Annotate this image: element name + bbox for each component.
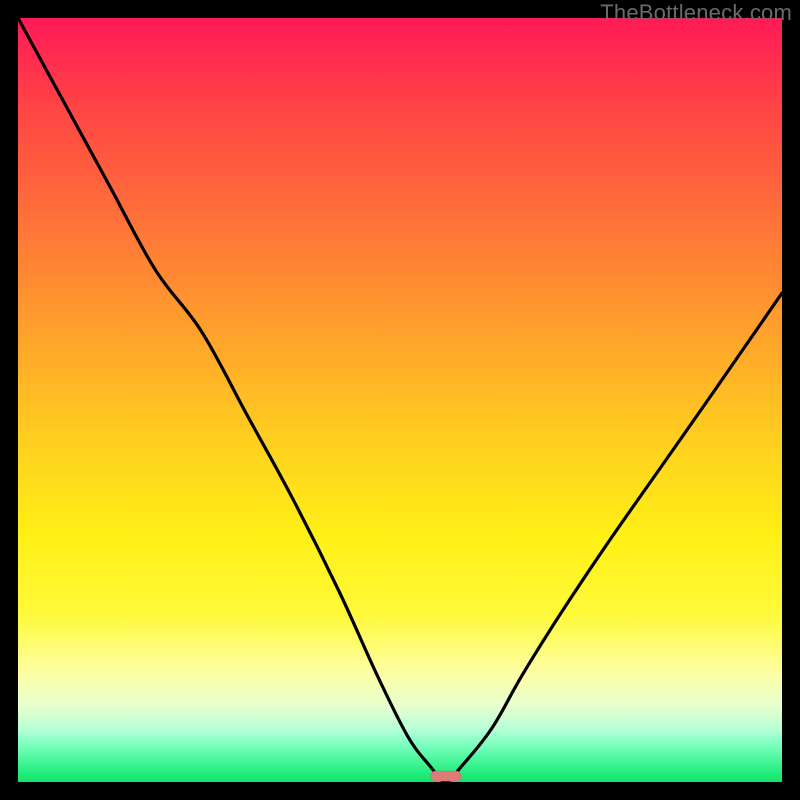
watermark-text: TheBottleneck.com: [600, 0, 792, 26]
bottleneck-curve: [18, 18, 782, 782]
curve-svg: [18, 18, 782, 782]
plot-area: [18, 18, 782, 782]
chart-frame: TheBottleneck.com: [0, 0, 800, 800]
trough-marker: [431, 771, 462, 781]
